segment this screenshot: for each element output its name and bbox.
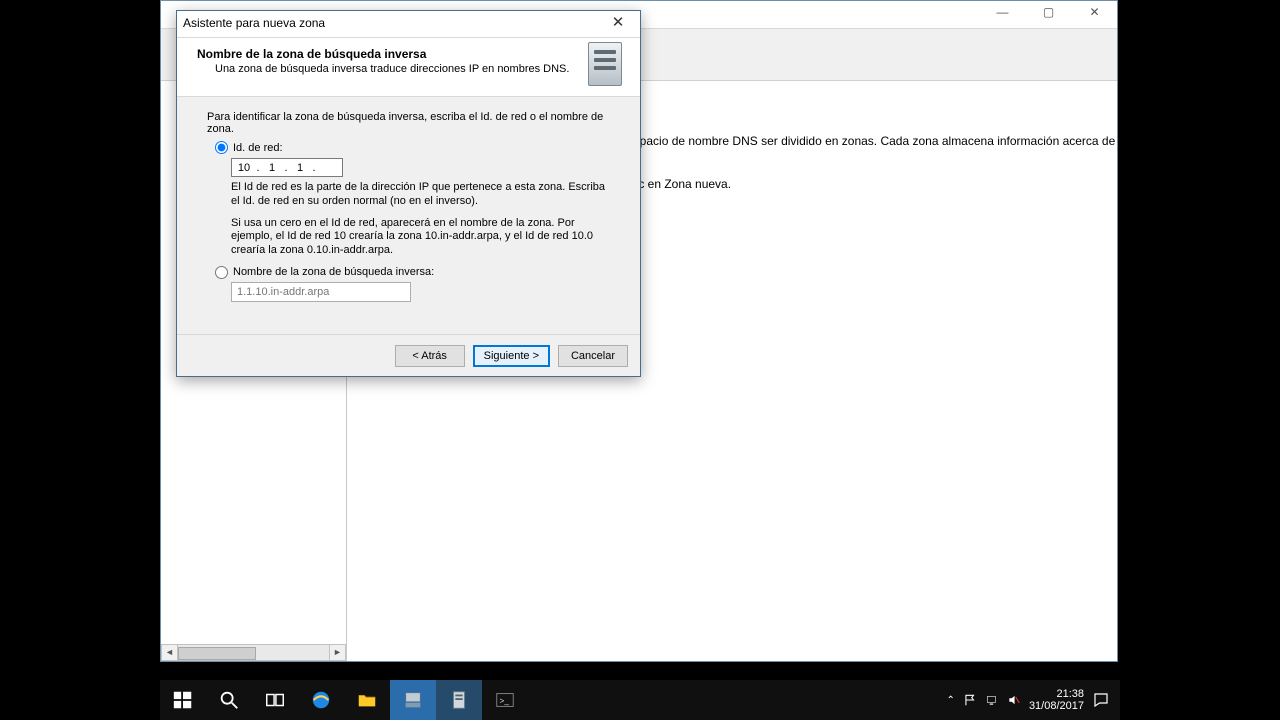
server-icon: [588, 42, 630, 92]
cmd-icon: >_: [494, 689, 516, 711]
taskbar-app-cmd[interactable]: >_: [482, 680, 528, 720]
cancel-button[interactable]: Cancelar: [558, 345, 628, 367]
task-view-button[interactable]: [252, 680, 298, 720]
maximize-button[interactable]: ▢: [1026, 1, 1071, 23]
hint-zero-example: Si usa un cero en el Id de red, aparecer…: [231, 217, 612, 258]
zone-name-field: [231, 282, 411, 302]
search-button[interactable]: [206, 680, 252, 720]
windows-icon: [172, 689, 194, 711]
scroll-thumb[interactable]: [178, 647, 256, 660]
system-tray[interactable]: ⌃ 21:38 31/08/2017: [937, 680, 1120, 720]
pane-divider[interactable]: [346, 376, 347, 660]
clock-time: 21:38: [1029, 688, 1084, 700]
back-button[interactable]: < Atrás: [395, 345, 465, 367]
search-icon: [218, 689, 240, 711]
hint-netid-order: El Id de red es la parte de la dirección…: [231, 181, 612, 209]
taskbar[interactable]: >_ ⌃ 21:38 31/08/2017: [160, 680, 1120, 720]
new-zone-wizard: Asistente para nueva zona ✕ Nombre de la…: [176, 10, 641, 377]
bg-help-line1: espacio de nombre DNS ser dividido en zo…: [627, 133, 1115, 149]
wizard-header-title: Nombre de la zona de búsqueda inversa: [197, 47, 626, 61]
close-icon: ✕: [612, 14, 625, 31]
dns-icon: [448, 689, 470, 711]
wizard-footer: < Atrás Siguiente > Cancelar: [177, 334, 640, 376]
ie-icon: [310, 689, 332, 711]
taskbar-app-server-manager[interactable]: [390, 680, 436, 720]
scroll-track[interactable]: [178, 644, 329, 661]
server-manager-icon: [402, 689, 424, 711]
wizard-header: Nombre de la zona de búsqueda inversa Un…: [177, 37, 640, 97]
taskbar-app-dns[interactable]: [436, 680, 482, 720]
tray-chevron-icon[interactable]: ⌃: [947, 695, 955, 706]
scroll-left-button[interactable]: ◄: [161, 644, 178, 661]
bg-help-line2: clic en Zona nueva.: [627, 176, 731, 192]
radio-zone-name-input[interactable]: [215, 266, 228, 279]
taskbar-app-ie[interactable]: [298, 680, 344, 720]
tray-flag-icon[interactable]: [963, 693, 977, 707]
minimize-button[interactable]: —: [980, 1, 1025, 23]
svg-text:>_: >_: [500, 697, 510, 706]
radio-network-id-input[interactable]: [215, 141, 228, 154]
network-id-field[interactable]: . . .: [231, 158, 343, 177]
ip-octet-2[interactable]: [260, 159, 284, 176]
wizard-titlebar[interactable]: Asistente para nueva zona ✕: [177, 11, 640, 37]
ip-octet-4[interactable]: [316, 159, 340, 176]
task-view-icon: [264, 689, 286, 711]
clock-date: 31/08/2017: [1029, 700, 1084, 712]
wizard-header-subtitle: Una zona de búsqueda inversa traduce dir…: [215, 63, 626, 75]
bg-close-button[interactable]: ✕: [1072, 1, 1117, 23]
action-center-icon[interactable]: [1092, 691, 1110, 709]
taskbar-app-explorer[interactable]: [344, 680, 390, 720]
radio-zone-name-label: Nombre de la zona de búsqueda inversa:: [233, 266, 434, 278]
radio-network-id[interactable]: Id. de red:: [215, 141, 618, 154]
wizard-title: Asistente para nueva zona: [183, 16, 325, 30]
tray-volume-icon[interactable]: [1007, 693, 1021, 707]
close-button[interactable]: ✕: [598, 13, 638, 35]
clock[interactable]: 21:38 31/08/2017: [1029, 688, 1084, 712]
start-button[interactable]: [160, 680, 206, 720]
folder-icon: [356, 689, 378, 711]
intro-text: Para identificar la zona de búsqueda inv…: [207, 111, 618, 135]
wizard-body: Para identificar la zona de búsqueda inv…: [177, 97, 640, 334]
radio-network-id-label: Id. de red:: [233, 142, 283, 154]
tray-network-icon[interactable]: [985, 693, 999, 707]
scroll-right-button[interactable]: ►: [329, 644, 346, 661]
ip-octet-3[interactable]: [288, 159, 312, 176]
next-button[interactable]: Siguiente >: [473, 345, 550, 367]
radio-zone-name[interactable]: Nombre de la zona de búsqueda inversa:: [215, 266, 618, 279]
ip-octet-1[interactable]: [232, 159, 256, 176]
